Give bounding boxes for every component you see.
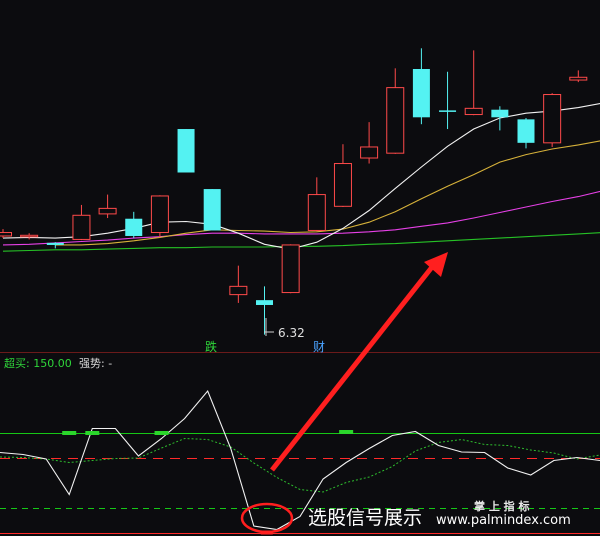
overbuy-marker: [62, 431, 77, 435]
candle: [72, 204, 91, 241]
candle-body: [491, 109, 509, 118]
candle: [464, 50, 483, 116]
event-labels: 跌 财: [205, 339, 325, 354]
candle: [386, 68, 405, 154]
low-price-label: 6.32: [278, 326, 305, 340]
indicator-header: 超买: 150.00 强势: -: [4, 356, 112, 370]
strength-label: 强势: -: [79, 357, 112, 370]
candle-body: [412, 69, 430, 118]
candle-body: [307, 194, 326, 231]
candle-body: [256, 300, 273, 305]
stock-chart: 6.32 跌 财 超买: 150.00 强势: - 掌 上 指 标 选股信号展示…: [0, 48, 600, 535]
candle: [517, 117, 535, 149]
candle: [177, 129, 195, 173]
candle-body: [281, 244, 300, 294]
candle-body: [125, 218, 143, 236]
overbuy-marker: [154, 431, 169, 435]
watermark-brand: 掌 上 指 标: [474, 499, 530, 513]
overbuy-marker: [339, 430, 354, 434]
candle-body: [203, 189, 221, 231]
candle: [569, 70, 588, 83]
candle: [412, 48, 430, 125]
watermark: 掌 上 指 标 选股信号展示 www.palmindex.com: [308, 499, 571, 529]
indicator-green-line: [0, 437, 600, 493]
candle: [439, 71, 457, 130]
candle-body: [333, 163, 352, 207]
candle-body: [20, 234, 39, 238]
candle: [543, 93, 562, 147]
candle-body: [569, 76, 588, 81]
candle-body: [543, 94, 562, 144]
candle: [203, 189, 221, 231]
panel-divider: [0, 352, 600, 353]
ma-magenta-line: [2, 190, 600, 246]
overbuy-label: 超买: 150.00: [4, 356, 72, 370]
candle: [229, 265, 248, 303]
ma-white-line: [2, 103, 600, 250]
candle-body: [360, 146, 379, 159]
candle-body: [386, 87, 405, 154]
candle-body: [150, 195, 169, 234]
candle-body: [439, 110, 457, 112]
candle: [307, 177, 326, 232]
candle: [333, 144, 352, 207]
candle-body: [464, 107, 483, 116]
watermark-cn: 选股信号展示: [308, 507, 422, 529]
candle: [491, 106, 509, 131]
candle: [125, 211, 143, 239]
candle-body: [517, 119, 535, 143]
candle: [150, 195, 169, 238]
candle: [360, 122, 379, 164]
candle: [98, 194, 117, 219]
candle-body: [229, 285, 248, 296]
candle-body: [0, 232, 12, 237]
candle-body: [177, 129, 195, 173]
candle: [0, 229, 12, 239]
watermark-url: www.palmindex.com: [436, 513, 571, 528]
candle: [20, 233, 39, 240]
candle-body: [72, 214, 91, 240]
candlestick-series: [0, 48, 588, 335]
candle: [281, 244, 300, 294]
moving-average-lines: [2, 103, 600, 252]
candle: [256, 286, 273, 335]
event-label-fall: 跌: [205, 339, 217, 354]
event-label-finance: 财: [313, 340, 325, 354]
candle-body: [98, 207, 117, 215]
low-price-annotation: 6.32: [264, 318, 305, 340]
overbuy-marker: [85, 431, 100, 435]
candle-body: [46, 242, 64, 245]
